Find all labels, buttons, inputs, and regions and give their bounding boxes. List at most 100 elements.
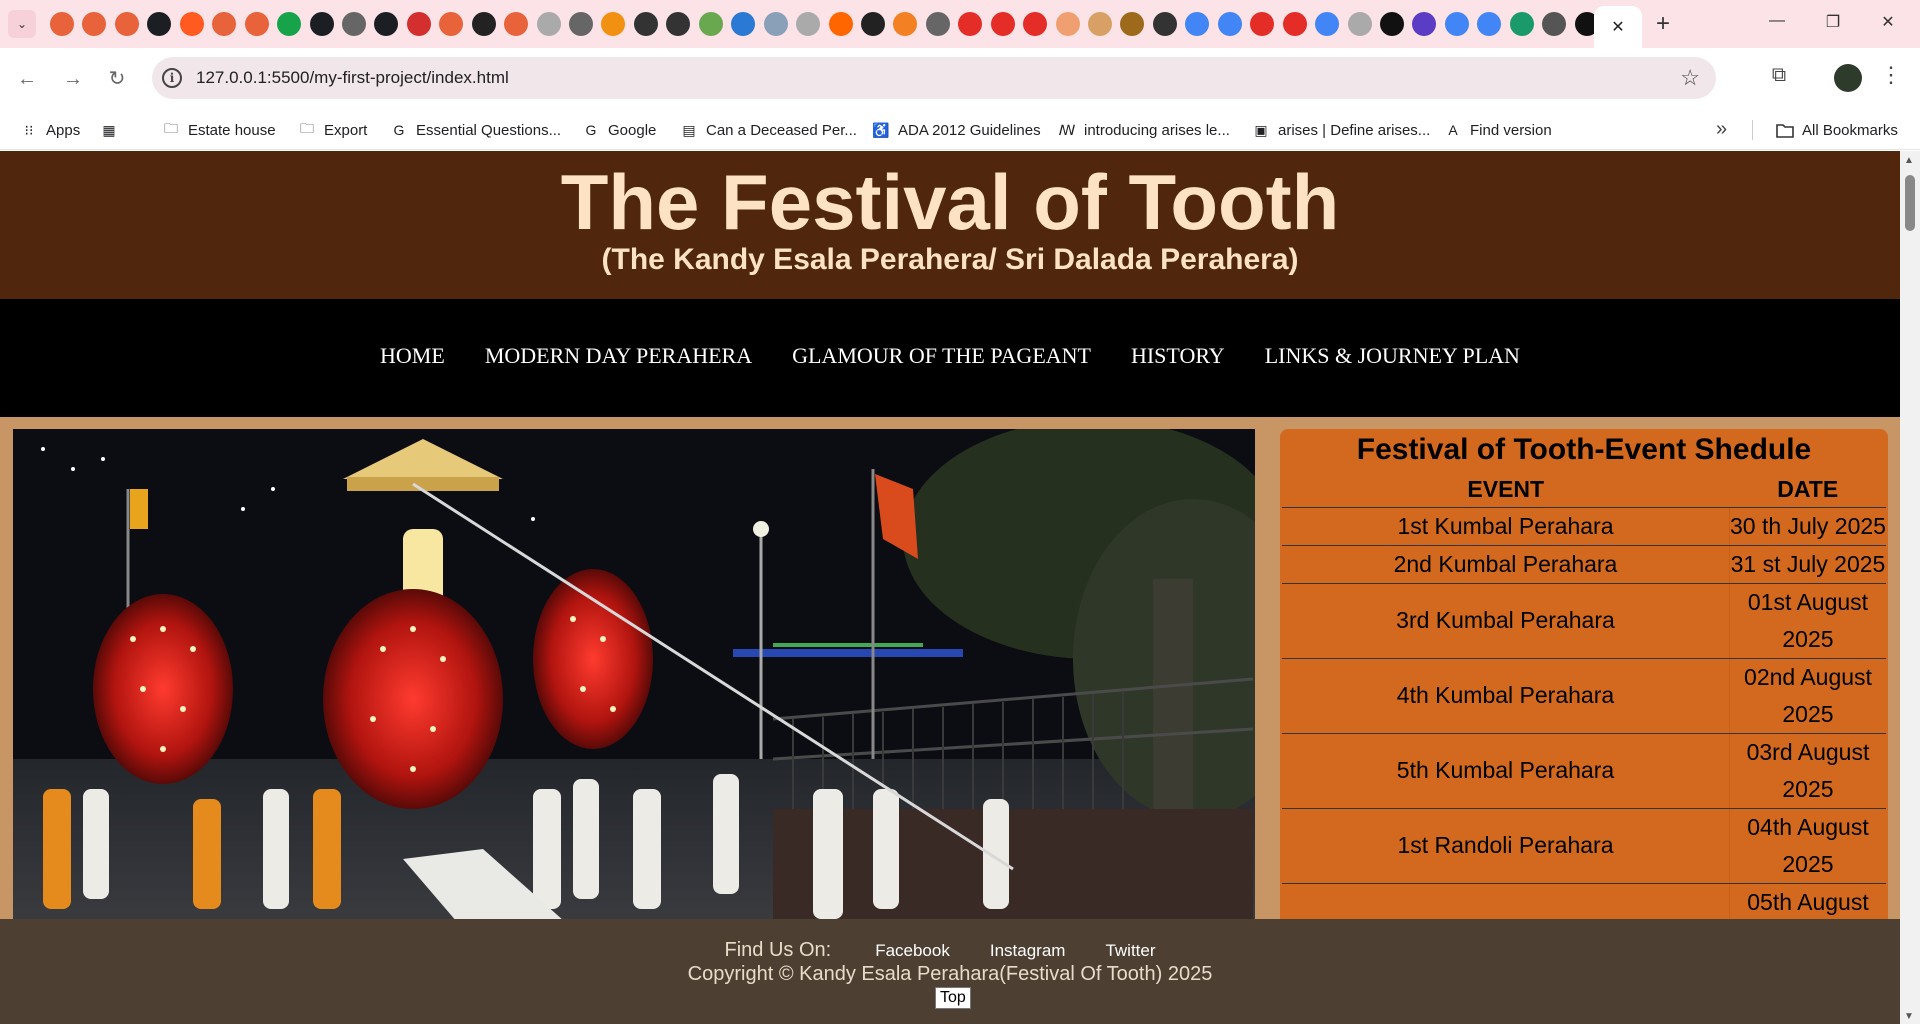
minimize-button[interactable]: — [1762,12,1792,36]
bookmark-item[interactable]: ♿ ADA 2012 Guidelines [872,119,1040,141]
bookmark-item[interactable]: ⁝⁝ Apps [20,119,81,141]
google-icon: G [393,122,405,138]
extensions-puzzle-icon[interactable]: ⧉ [1766,64,1792,90]
nav-link-links-journey-plan[interactable]: LINKS & JOURNEY PLAN [1265,343,1520,369]
openai-icon[interactable] [666,12,691,36]
paw-icon[interactable] [860,12,885,36]
google-icon[interactable] [1477,12,1502,36]
browser-menu-icon[interactable]: ⋮ [1880,62,1902,92]
profile-avatar[interactable] [1834,64,1862,92]
cloud-icon[interactable] [763,12,788,36]
puzzle-icon[interactable] [601,12,626,36]
forward-arrow-icon[interactable]: → [58,64,88,94]
dial-icon[interactable] [1055,12,1080,36]
globe-icon[interactable] [341,12,366,36]
active-tab[interactable]: ✕ [1594,6,1642,48]
youtube-icon[interactable] [958,12,983,36]
back-to-top-button[interactable]: Top [935,987,971,1009]
back-arrow-icon[interactable]: ← [12,64,42,94]
youtube-icon[interactable] [1250,12,1275,36]
new-tab-button[interactable]: + [1650,12,1676,38]
github-icon[interactable] [309,12,334,36]
nav-link-history[interactable]: HISTORY [1131,343,1225,369]
schedule-header-row: EVENT DATE [1282,473,1886,508]
bookmark-item[interactable]: G Google [582,119,657,141]
youtube-icon[interactable] [990,12,1015,36]
google-icon[interactable] [1185,12,1210,36]
bookmark-item[interactable]: G Essential Questions... [390,119,562,141]
github-icon[interactable] [147,12,172,36]
tab-strip: ⌄ ✕ + — ❐ ✕ [0,0,1920,48]
github-icon[interactable] [374,12,399,36]
bookmark-item[interactable]: ꟿ introducing arises le... [1058,119,1230,141]
site-header: The Festival of Tooth (The Kandy Esala P… [0,151,1900,299]
google-icon[interactable] [536,12,561,36]
perahera-procession-image [13,429,1255,929]
b-icon[interactable] [1412,12,1437,36]
scroll-down-arrow-icon[interactable]: ▼ [1904,1011,1914,1022]
d-icon[interactable] [277,12,302,36]
nav-link-modern-day-perahera[interactable]: MODERN DAY PERAHERA [485,343,752,369]
bookmark-item[interactable]: ▦ [100,119,126,141]
bookmark-item[interactable]: A Find version [1444,119,1551,141]
close-tab-icon[interactable]: ✕ [1611,17,1624,37]
target-icon[interactable] [114,12,139,36]
facebook-link[interactable]: Facebook [875,941,950,961]
scroll-up-arrow-icon[interactable]: ▲ [1904,155,1914,166]
google-icon[interactable] [1347,12,1372,36]
maximize-button[interactable]: ❐ [1818,12,1848,36]
youtube-icon[interactable] [1023,12,1048,36]
globe-icon[interactable] [925,12,950,36]
google-icon[interactable] [796,12,821,36]
close-window-button[interactable]: ✕ [1873,12,1903,36]
y-icon[interactable] [828,12,853,36]
sigma-icon[interactable] [471,12,496,36]
site-info-icon[interactable]: i [162,68,182,88]
twitter-link[interactable]: Twitter [1105,941,1155,961]
scroll-thumb[interactable] [1905,175,1915,231]
coin-icon[interactable] [1120,12,1145,36]
square-icon[interactable] [731,12,756,36]
gemini-icon[interactable] [1444,12,1469,36]
youtube-icon[interactable] [1282,12,1307,36]
tab-search-menu-button[interactable]: ⌄ [8,10,36,38]
cake-icon[interactable] [1088,12,1112,36]
bookmark-item[interactable]: 🗀 Estate house [162,119,276,141]
fox-icon[interactable] [893,12,918,36]
google-icon[interactable] [1315,12,1340,36]
google-icon[interactable] [1217,12,1242,36]
bookmark-item[interactable]: ▤ Can a Deceased Per... [680,119,857,141]
target-icon[interactable] [50,12,74,36]
record-icon[interactable] [179,12,204,36]
site-navigation: HOME MODERN DAY PERAHERA GLAMOUR OF THE PA… [0,299,1900,417]
globe-icon[interactable] [569,12,593,36]
find-us-row: Find Us On: Facebook Instagram Twitter [0,939,1900,962]
target-icon[interactable] [504,12,529,36]
nav-link-glamour-of-the-pageant[interactable]: GLAMOUR OF THE PAGEANT [792,343,1091,369]
date-cell: 30 th July 2025 [1729,507,1886,546]
wikipedia-icon[interactable] [1152,12,1177,36]
nav-link-home[interactable]: HOME [380,343,445,369]
openai-icon[interactable] [1379,12,1404,36]
bookmark-item[interactable]: ▣ arises | Define arises... [1252,119,1430,141]
target-icon[interactable] [212,12,237,36]
bookmark-star-icon[interactable]: ☆ [1680,65,1700,91]
url-text[interactable]: 127.0.0.1:5500/my-first-project/index.ht… [196,68,509,88]
leaf-icon[interactable] [698,12,723,36]
target-icon[interactable] [439,12,464,36]
reload-icon[interactable]: ↻ [102,64,132,94]
pdf-icon[interactable] [406,12,431,36]
address-bar[interactable]: i 127.0.0.1:5500/my-first-project/index.… [152,57,1716,99]
all-bookmarks-button[interactable]: All Bookmarks [1776,119,1898,141]
tab-favicons [50,12,1607,36]
w-icon[interactable] [1509,12,1534,36]
w-icon[interactable] [1542,12,1567,36]
target-icon[interactable] [244,12,269,36]
page-scrollbar[interactable]: ▲ ▼ [1900,151,1920,1024]
bookmark-item[interactable]: 🗀 Export [298,119,367,141]
more-bookmarks-chevron-icon[interactable]: » [1716,118,1727,141]
target-icon[interactable] [82,12,107,36]
instagram-link[interactable]: Instagram [990,941,1066,961]
openai-icon[interactable] [633,12,658,36]
bookmarks-bar: ⁝⁝ Apps ▦ 🗀 Estate house 🗀 Export G Essential Qu… [0,110,1920,150]
